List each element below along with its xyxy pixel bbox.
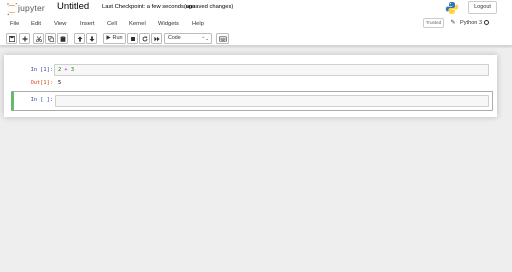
kernel-name: Python 3 bbox=[460, 20, 483, 26]
code-input[interactable]: 2 + 3 bbox=[54, 64, 489, 76]
menu-file[interactable]: File bbox=[10, 20, 19, 28]
kernel-idle-icon bbox=[484, 19, 490, 25]
copy-button[interactable] bbox=[45, 33, 56, 44]
restart-run-all-button[interactable] bbox=[151, 33, 162, 44]
arrow-down-icon bbox=[89, 35, 94, 42]
jupyter-wordmark: jupyter bbox=[18, 3, 45, 13]
autosave-status: (unsaved changes) bbox=[184, 4, 234, 10]
menu-kernel[interactable]: Kernel bbox=[129, 20, 146, 28]
cell-type-select[interactable]: Code ⌃⌄ bbox=[164, 33, 212, 44]
python-logo-icon bbox=[445, 2, 459, 14]
jupyter-logo-icon[interactable] bbox=[6, 2, 18, 16]
fast-forward-icon bbox=[153, 36, 160, 41]
arrow-up-icon bbox=[77, 35, 82, 42]
plus-icon bbox=[22, 36, 27, 41]
save-icon bbox=[8, 35, 15, 42]
menu-cell[interactable]: Cell bbox=[107, 20, 117, 28]
notebook-container: In [1]: 2 + 3 Out[1]: 5 In [ ]: bbox=[4, 55, 497, 117]
code-input[interactable] bbox=[55, 95, 489, 107]
paste-icon bbox=[60, 35, 65, 42]
input-prompt: In [ ]: bbox=[30, 97, 53, 103]
notebook-name[interactable]: Untitled bbox=[57, 1, 89, 12]
restart-button[interactable] bbox=[139, 33, 150, 44]
kernel-indicator: Python 3 bbox=[460, 18, 498, 28]
command-palette-button[interactable] bbox=[216, 33, 229, 44]
menu-view[interactable]: View bbox=[54, 20, 66, 28]
code-token: 2 bbox=[58, 67, 62, 73]
run-label: Run bbox=[112, 35, 123, 41]
save-button[interactable] bbox=[6, 33, 17, 44]
menu-widgets[interactable]: Widgets bbox=[158, 20, 179, 28]
move-up-button[interactable] bbox=[74, 33, 85, 44]
notebook-header: jupyter Untitled Last Checkpoint: a few … bbox=[0, 0, 512, 46]
code-token: 3 bbox=[70, 67, 75, 73]
menu-help[interactable]: Help bbox=[192, 20, 204, 28]
checkpoint-status: Last Checkpoint: a few seconds ago bbox=[102, 4, 196, 10]
restart-icon bbox=[142, 35, 147, 41]
cell-output: 5 bbox=[58, 80, 62, 86]
cut-button[interactable] bbox=[33, 33, 44, 44]
output-prompt: Out[1]: bbox=[30, 80, 53, 86]
keyboard-icon bbox=[218, 36, 227, 42]
input-prompt: In [1]: bbox=[30, 67, 53, 73]
menu-insert[interactable]: Insert bbox=[80, 20, 95, 28]
copy-icon bbox=[47, 35, 54, 42]
chevron-down-icon: ⌃⌄ bbox=[201, 36, 209, 41]
menu-edit[interactable]: Edit bbox=[31, 20, 41, 28]
interrupt-button[interactable] bbox=[127, 33, 138, 44]
move-down-button[interactable] bbox=[86, 33, 97, 44]
paste-button[interactable] bbox=[57, 33, 68, 44]
play-icon bbox=[106, 34, 111, 40]
trusted-indicator[interactable]: Trusted bbox=[423, 18, 444, 28]
pencil-icon[interactable]: ✎ bbox=[448, 18, 458, 28]
selected-code-cell[interactable]: In [ ]: bbox=[11, 91, 493, 111]
cut-icon bbox=[35, 35, 42, 42]
insert-cell-button[interactable] bbox=[19, 33, 30, 44]
code-token: + bbox=[64, 67, 68, 73]
logout-button[interactable]: Logout bbox=[468, 1, 497, 14]
cell-type-value: Code bbox=[168, 35, 181, 41]
run-button[interactable]: Run bbox=[103, 33, 126, 44]
stop-icon bbox=[130, 36, 135, 41]
